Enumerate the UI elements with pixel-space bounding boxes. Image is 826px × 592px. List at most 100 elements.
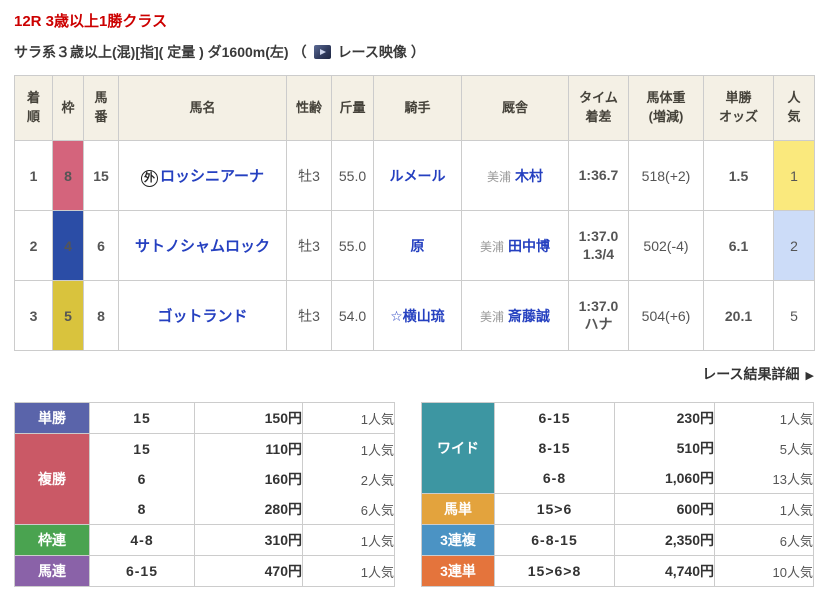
header-carried-weight: 斤量: [331, 75, 374, 141]
race-video-link[interactable]: レース映像: [338, 42, 407, 62]
payout-selection: 8: [89, 494, 195, 525]
payout-selection: 15: [89, 433, 195, 464]
payout-row: 3連単 15>6>8 4,740円 10人気: [421, 555, 814, 587]
trainer-link[interactable]: 斎藤誠: [508, 308, 550, 324]
win-odds: 20.1: [703, 280, 774, 351]
payout-amount: 2,350円: [614, 524, 715, 556]
payout-popularity: 2人気: [302, 464, 395, 494]
sex-age: 牡3: [286, 280, 332, 351]
payout-selection: 8-15: [494, 433, 615, 463]
table-row: 2 4 6 サトノシャムロック 牡3 55.0 原 美浦 田中博 1:37.0 1.…: [14, 210, 815, 281]
payout-popularity: 1人気: [714, 402, 814, 433]
win-odds: 6.1: [703, 210, 774, 281]
video-paren-open: （: [292, 44, 307, 60]
race-conditions-text: サラ系３歳以上(混)[指]( 定量 ) ダ1600m(左): [14, 44, 289, 60]
finish-position: 1: [14, 140, 53, 211]
table-row: 1 8 15 外ロッシニアーナ 牡3 55.0 ルメール 美浦 木村 1:36.7…: [14, 140, 815, 211]
trainer-link[interactable]: 木村: [515, 168, 543, 184]
payout-popularity: 6人気: [714, 524, 814, 556]
header-finish-position: 着 順: [14, 75, 53, 141]
payout-row: 複勝 15 110円 1人気: [14, 433, 395, 525]
payout-row: 馬単 15>6 600円 1人気: [421, 493, 814, 525]
jockey-link[interactable]: 原: [411, 238, 425, 254]
payout-row: 枠連 4-8 310円 1人気: [14, 524, 395, 556]
popularity: 2: [773, 210, 815, 281]
bet-type-label: 馬連: [14, 555, 90, 587]
bet-type-label: 3連単: [421, 555, 495, 587]
carried-weight: 54.0: [331, 280, 374, 351]
bracket-number: 8: [52, 140, 84, 211]
finish-position: 2: [14, 210, 53, 281]
foreign-horse-mark: 外: [140, 169, 158, 187]
payout-selection: 15: [89, 402, 195, 434]
stable-area: 美浦: [479, 309, 504, 324]
payout-popularity: 5人気: [714, 433, 814, 463]
jockey-link[interactable]: ☆横山琉: [390, 308, 445, 324]
horse-weight: 504(+6): [628, 280, 704, 351]
popularity: 5: [773, 280, 815, 351]
bet-type-label: 馬単: [421, 493, 495, 525]
payout-amount: 510円: [614, 433, 715, 463]
race-video-icon[interactable]: [313, 45, 331, 59]
race-title: 12R 3歳以上1勝クラス: [14, 13, 168, 30]
payout-row: ワイド 6-15 230円 1人気: [421, 402, 814, 494]
header-horse-number: 馬 番: [83, 75, 119, 141]
header-popularity: 人 気: [773, 75, 815, 141]
stable-area: 美浦: [486, 169, 511, 184]
bracket-number: 5: [52, 280, 84, 351]
payout-table-left: 単勝 15 150円 1人気 複勝 15 110円 1人気 6 160円 2人気: [14, 402, 395, 587]
payout-amount: 160円: [194, 464, 303, 494]
time-margin: 1:36.7: [568, 140, 629, 211]
win-odds: 1.5: [703, 140, 774, 211]
payout-selection: 6-8-15: [494, 524, 615, 556]
payout-popularity: 6人気: [302, 494, 395, 525]
race-conditions: サラ系３歳以上(混)[指]( 定量 ) ダ1600m(左) （ レース映像 ）: [14, 42, 812, 62]
race-result-page: 12R 3歳以上1勝クラス サラ系３歳以上(混)[指]( 定量 ) ダ1600m…: [0, 0, 826, 587]
header-stable: 厩舎: [461, 75, 569, 141]
race-results-table: 着 順 枠 馬 番 馬名 性齢 斤量 騎手 厩舎 タイム 着差 馬体重 (増減)…: [14, 75, 815, 351]
header-time-margin: タイム 着差: [568, 75, 629, 141]
horse-name-link[interactable]: ロッシニアーナ: [160, 168, 264, 185]
bet-type-label: 複勝: [14, 433, 90, 525]
horse-number: 15: [83, 140, 119, 211]
payout-selection: 6-8: [494, 463, 615, 494]
payout-popularity: 13人気: [714, 463, 814, 494]
sex-age: 牡3: [286, 210, 332, 281]
payout-selection: 6-15: [89, 555, 195, 587]
payout-row: 3連複 6-8-15 2,350円 6人気: [421, 524, 814, 556]
race-result-detail-link[interactable]: レース結果詳細: [702, 366, 799, 382]
payout-popularity: 1人気: [302, 555, 395, 587]
payout-selection: 15>6: [494, 493, 615, 525]
payout-section: 単勝 15 150円 1人気 複勝 15 110円 1人気 6 160円 2人気: [14, 402, 814, 587]
payout-amount: 4,740円: [614, 555, 715, 587]
payout-selection: 4-8: [89, 524, 195, 556]
horse-weight: 518(+2): [628, 140, 704, 211]
trainer-link[interactable]: 田中博: [508, 238, 550, 254]
horse-name-link[interactable]: サトノシャムロック: [135, 238, 270, 255]
payout-selection: 6-15: [494, 402, 615, 433]
horse-name-link[interactable]: ゴットランド: [157, 308, 247, 325]
bet-type-label: 3連複: [421, 524, 495, 556]
time-margin: 1:37.0 1.3/4: [568, 210, 629, 281]
payout-popularity: 1人気: [302, 524, 395, 556]
sex-age: 牡3: [286, 140, 332, 211]
jockey-link[interactable]: ルメール: [390, 168, 446, 184]
payout-popularity: 1人気: [302, 433, 395, 464]
header-horse-name: 馬名: [118, 75, 287, 141]
horse-number: 6: [83, 210, 119, 281]
payout-amount: 600円: [614, 493, 715, 525]
detail-link-row: レース結果詳細 ▶: [14, 364, 814, 384]
payout-popularity: 1人気: [714, 493, 814, 525]
bet-type-label: 単勝: [14, 402, 90, 434]
payout-amount: 280円: [194, 494, 303, 525]
video-paren-close: ）: [410, 44, 425, 60]
header-win-odds: 単勝 オッズ: [703, 75, 774, 141]
payout-selection: 15>6>8: [494, 555, 615, 587]
popularity: 1: [773, 140, 815, 211]
results-header-row: 着 順 枠 馬 番 馬名 性齢 斤量 騎手 厩舎 タイム 着差 馬体重 (増減)…: [14, 75, 815, 141]
chevron-right-icon: ▶: [805, 370, 814, 382]
payout-popularity: 10人気: [714, 555, 814, 587]
payout-amount: 470円: [194, 555, 303, 587]
header-jockey: 騎手: [373, 75, 462, 141]
horse-weight: 502(-4): [628, 210, 704, 281]
